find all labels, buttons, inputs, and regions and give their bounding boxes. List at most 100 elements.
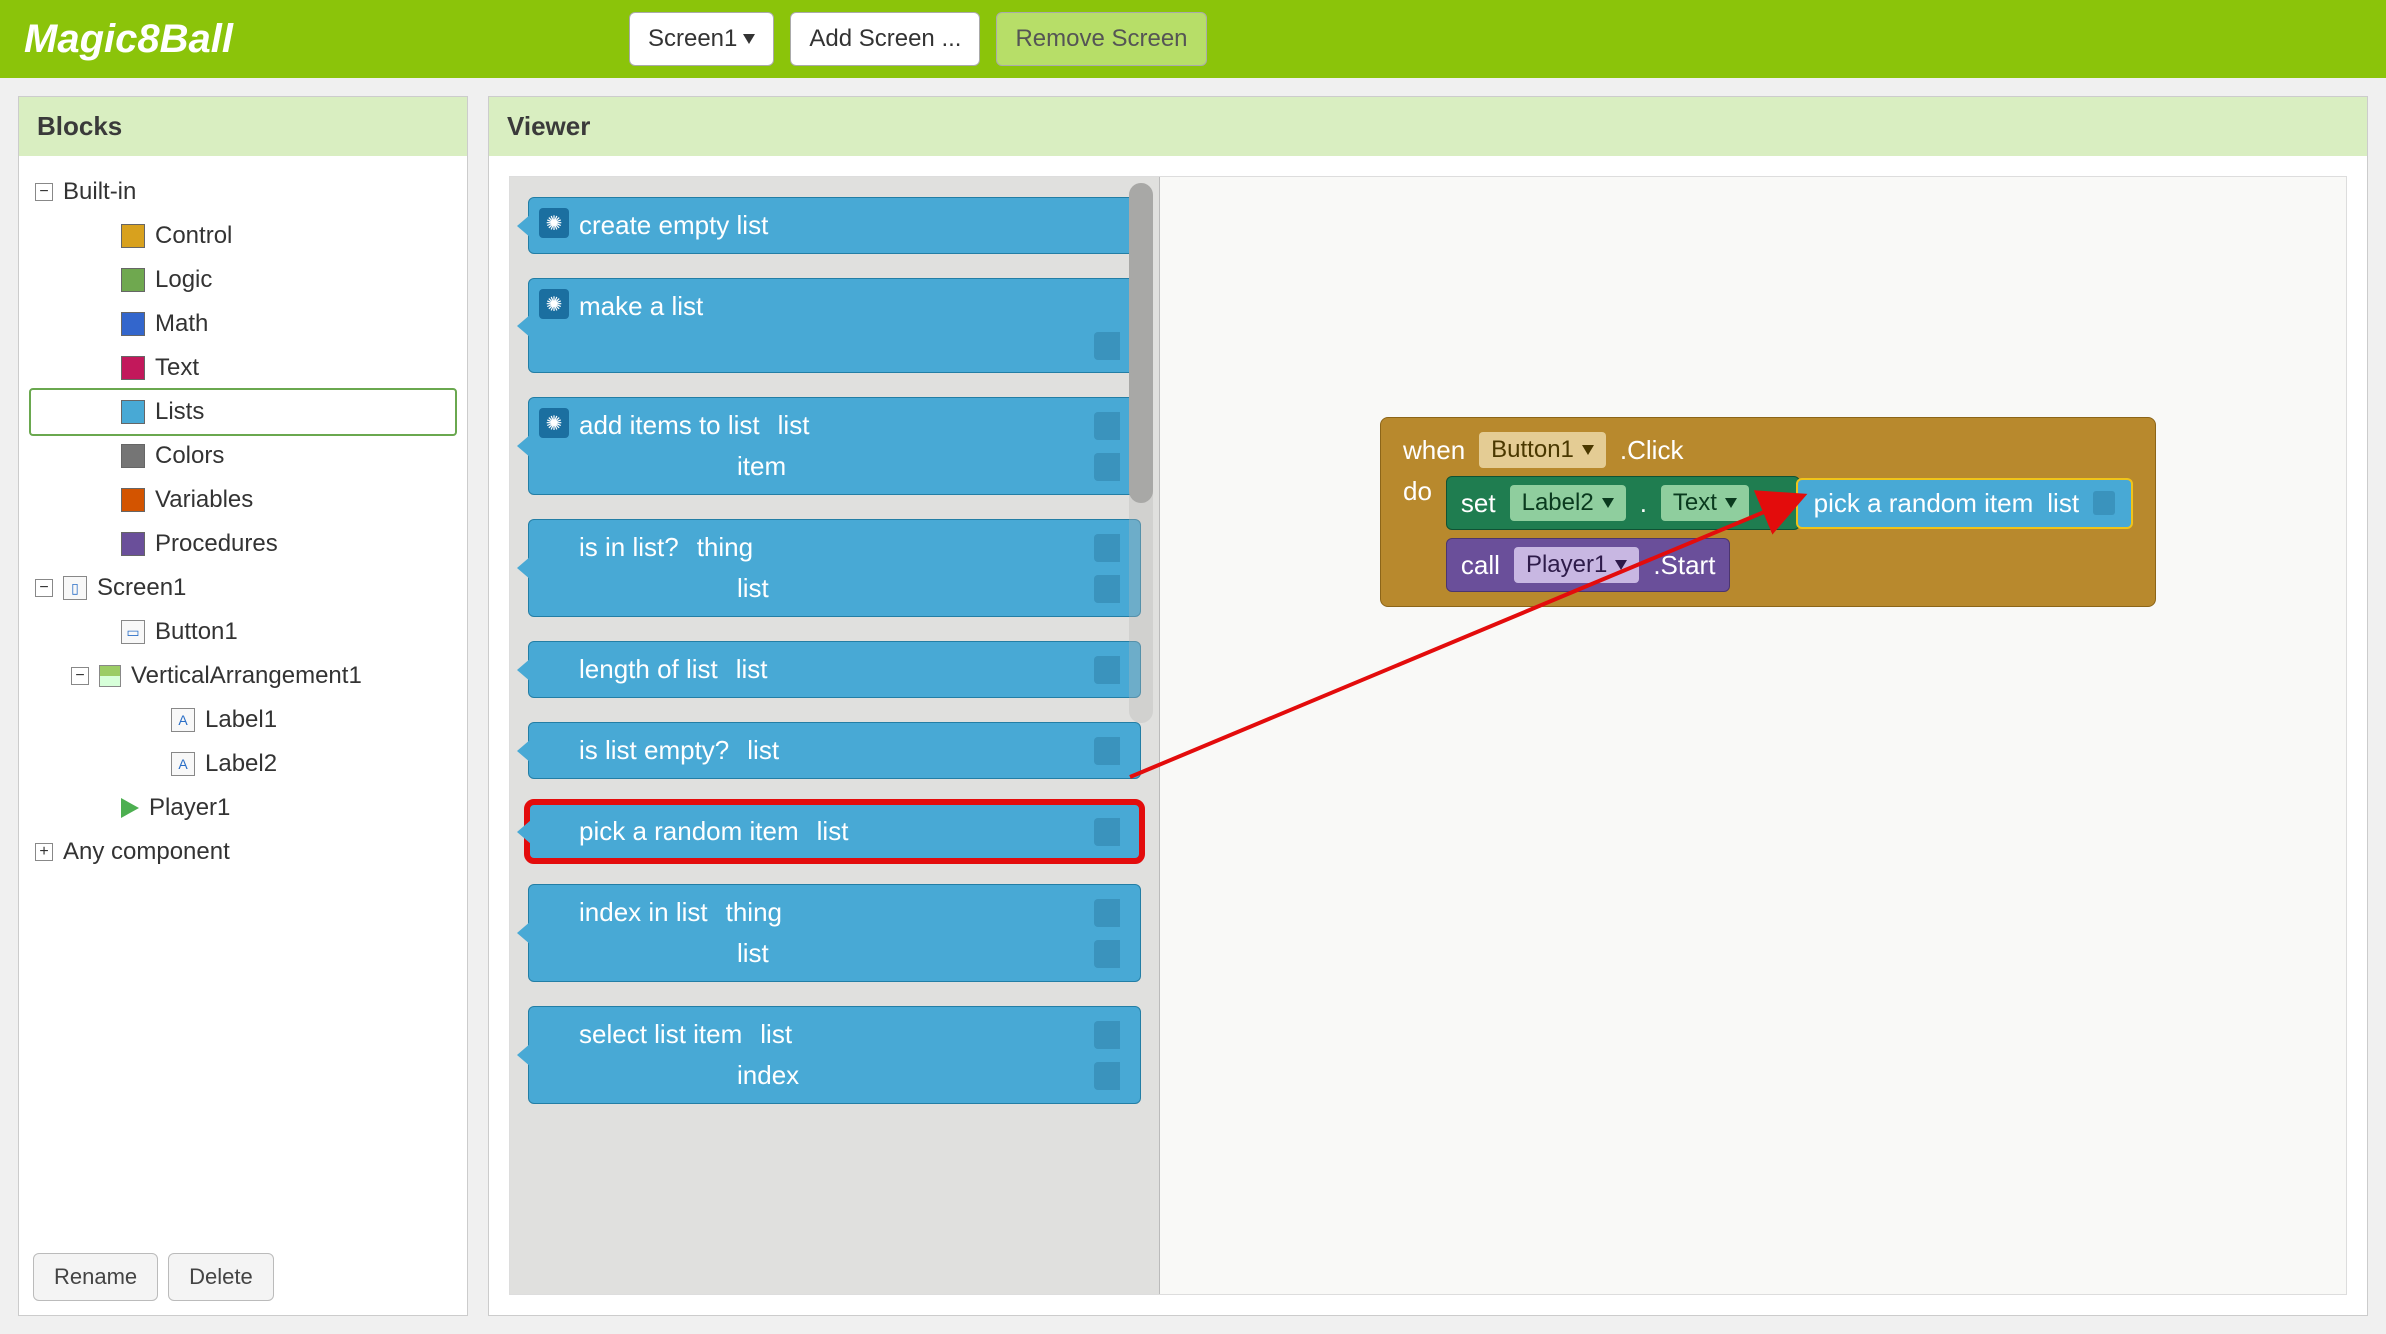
delete-button[interactable]: Delete xyxy=(168,1253,274,1301)
dot: . xyxy=(1640,488,1647,519)
input-slot[interactable] xyxy=(1094,940,1120,968)
chevron-down-icon xyxy=(1725,498,1737,508)
category-control[interactable]: Control xyxy=(31,214,455,258)
list-block[interactable]: length of listlist xyxy=(528,641,1141,698)
category-logic[interactable]: Logic xyxy=(31,258,455,302)
block-text: make a list xyxy=(579,291,703,322)
category-variables[interactable]: Variables xyxy=(31,478,455,522)
block-arg-label: index xyxy=(737,1060,799,1091)
block-text: is in list? xyxy=(579,532,679,563)
block-notch xyxy=(517,658,531,682)
block-row: index xyxy=(579,1060,1120,1091)
tree-vertical-arrangement[interactable]: − VerticalArrangement1 xyxy=(31,654,455,698)
add-screen-button[interactable]: Add Screen ... xyxy=(790,12,980,66)
tree-any-component[interactable]: + Any component xyxy=(31,830,455,874)
color-swatch xyxy=(121,532,145,556)
input-slot[interactable] xyxy=(1094,534,1120,562)
flyout-scrollbar[interactable] xyxy=(1129,183,1153,723)
block-notch xyxy=(517,214,531,238)
rename-button[interactable]: Rename xyxy=(33,1253,158,1301)
set-keyword: set xyxy=(1461,488,1496,519)
gear-icon[interactable] xyxy=(539,208,569,238)
tree-label2[interactable]: A Label2 xyxy=(31,742,455,786)
input-slot[interactable] xyxy=(1094,737,1120,765)
chevron-down-icon xyxy=(743,34,755,44)
block-notch xyxy=(517,434,531,458)
remove-screen-button[interactable]: Remove Screen xyxy=(996,12,1206,66)
tree-screen1[interactable]: − ▯ Screen1 xyxy=(31,566,455,610)
block-notch xyxy=(517,1043,531,1067)
list-block[interactable]: is list empty?list xyxy=(528,722,1141,779)
collapse-icon[interactable]: − xyxy=(71,667,89,685)
category-label: Variables xyxy=(155,486,253,514)
input-slot[interactable] xyxy=(1094,332,1120,360)
color-swatch xyxy=(121,312,145,336)
component-dropdown[interactable]: Label2 xyxy=(1510,485,1626,521)
list-block[interactable]: add items to listlistitem xyxy=(528,397,1141,495)
input-slot[interactable] xyxy=(2093,491,2115,515)
workspace-block-group[interactable]: when Button1 .Click do set xyxy=(1380,417,2156,607)
block-text: create empty list xyxy=(579,210,768,241)
category-lists[interactable]: Lists xyxy=(31,390,455,434)
tree-builtin[interactable]: − Built-in xyxy=(31,170,455,214)
list-block[interactable]: select list itemlistindex xyxy=(528,1006,1141,1104)
collapse-icon[interactable]: − xyxy=(35,579,53,597)
block-text: select list item xyxy=(579,1019,742,1050)
block-notch xyxy=(517,556,531,580)
block-arg-label: list xyxy=(747,735,779,766)
category-label: Procedures xyxy=(155,530,278,558)
scrollbar-thumb[interactable] xyxy=(1129,183,1153,503)
when-keyword: when xyxy=(1403,435,1465,466)
tree-button1[interactable]: ▭ Button1 xyxy=(31,610,455,654)
category-colors[interactable]: Colors xyxy=(31,434,455,478)
block-arg-label: item xyxy=(737,451,786,482)
tree-label: Label2 xyxy=(205,750,277,778)
dropdown-label: Button1 xyxy=(1491,436,1574,464)
when-event-block[interactable]: when Button1 .Click do set xyxy=(1380,417,2156,607)
tree-label1[interactable]: A Label1 xyxy=(31,698,455,742)
collapse-icon[interactable]: − xyxy=(35,183,53,201)
button-icon: ▭ xyxy=(121,620,145,644)
input-slot[interactable] xyxy=(1094,656,1120,684)
viewer-canvas[interactable]: create empty list make a list add items to… xyxy=(509,176,2347,1295)
input-slot[interactable] xyxy=(1094,575,1120,603)
property-dropdown[interactable]: Text xyxy=(1661,485,1749,521)
chevron-down-icon xyxy=(1582,445,1594,455)
block-row: pick a random item list xyxy=(579,816,1120,847)
screen-selector-button[interactable]: Screen1 xyxy=(629,12,774,66)
list-block[interactable]: make a list xyxy=(528,278,1141,373)
block-arg-label: list xyxy=(737,938,769,969)
tree-label: Built-in xyxy=(63,178,136,206)
input-slot[interactable] xyxy=(1094,412,1120,440)
list-block[interactable]: pick a random item list xyxy=(528,803,1141,860)
category-math[interactable]: Math xyxy=(31,302,455,346)
input-slot[interactable] xyxy=(1094,818,1120,846)
tree-player1[interactable]: Player1 xyxy=(31,786,455,830)
category-label: Logic xyxy=(155,266,212,294)
category-text[interactable]: Text xyxy=(31,346,455,390)
component-dropdown[interactable]: Player1 xyxy=(1514,547,1639,583)
block-text: pick a random item xyxy=(579,816,799,847)
pick-random-item-block[interactable]: pick a random item list xyxy=(1796,478,2133,529)
category-procedures[interactable]: Procedures xyxy=(31,522,455,566)
input-slot[interactable] xyxy=(1094,1021,1120,1049)
tree-label: Label1 xyxy=(205,706,277,734)
input-slot[interactable] xyxy=(1094,1062,1120,1090)
gear-icon[interactable] xyxy=(539,289,569,319)
block-text: pick a random item xyxy=(1814,488,2034,519)
list-block[interactable]: index in listthinglist xyxy=(528,884,1141,982)
block-arg-label: list xyxy=(817,816,849,847)
gear-icon[interactable] xyxy=(539,408,569,438)
block-row: create empty list xyxy=(579,210,1120,241)
expand-icon[interactable]: + xyxy=(35,843,53,861)
block-row: list xyxy=(579,573,1120,604)
color-swatch xyxy=(121,268,145,292)
block-row: length of listlist xyxy=(579,654,1120,685)
input-slot[interactable] xyxy=(1094,453,1120,481)
list-block[interactable]: create empty list xyxy=(528,197,1141,254)
component-dropdown[interactable]: Button1 xyxy=(1479,432,1606,468)
call-method-block[interactable]: call Player1 .Start xyxy=(1446,538,1731,592)
list-block[interactable]: is in list?thinglist xyxy=(528,519,1141,617)
set-property-block[interactable]: set Label2 . Text xyxy=(1446,476,1800,530)
input-slot[interactable] xyxy=(1094,899,1120,927)
